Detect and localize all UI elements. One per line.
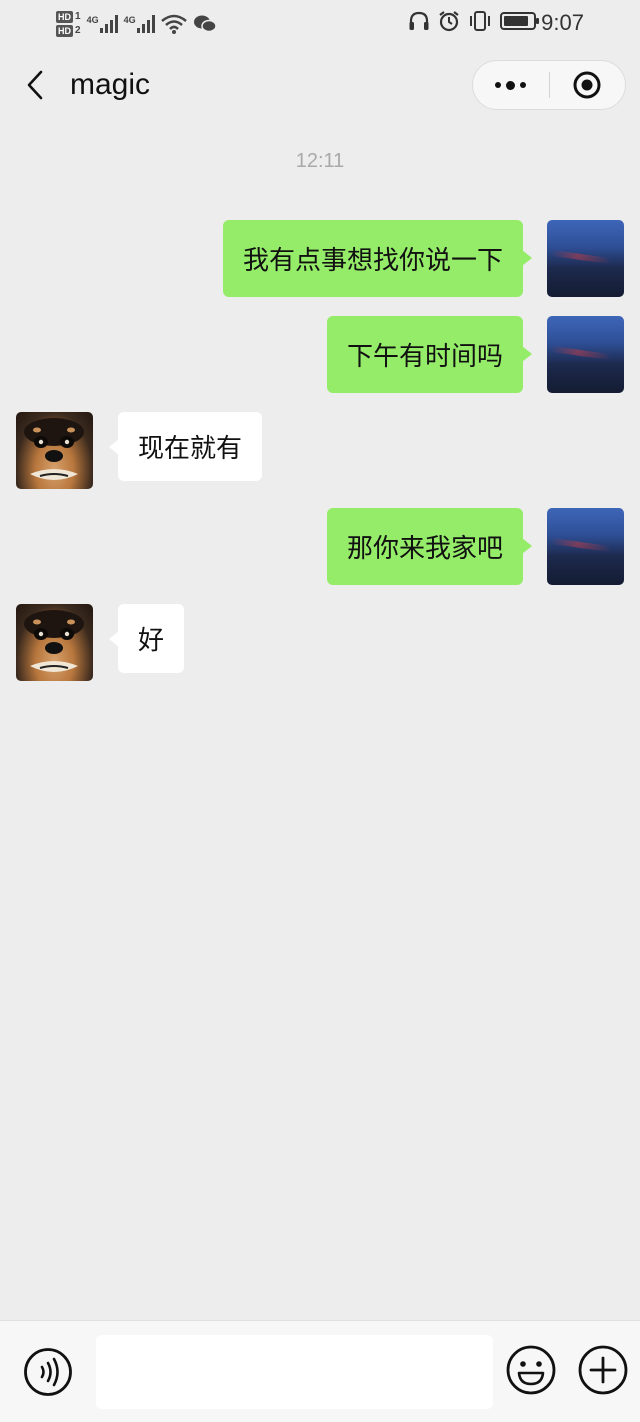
signal-bars-icon <box>136 15 155 33</box>
close-button[interactable] <box>550 61 626 109</box>
network-status: HD 1 HD 2 4G 4G <box>56 6 217 42</box>
back-button[interactable] <box>18 68 52 102</box>
network1-label: 4G <box>86 15 99 25</box>
my-avatar[interactable] <box>547 508 624 585</box>
chat-title: magic <box>70 68 151 101</box>
plus-icon <box>578 1345 628 1395</box>
message-bubble-received[interactable]: 好 <box>108 604 185 673</box>
message-row: 现在就有 <box>0 412 640 489</box>
my-avatar[interactable] <box>547 316 624 393</box>
sim1-hd-badge: HD <box>56 11 73 23</box>
battery-icon <box>500 12 539 30</box>
more-dots-icon <box>495 80 527 90</box>
sim1-index: 1 <box>75 11 81 22</box>
voice-button[interactable] <box>23 1347 73 1397</box>
wifi-icon <box>160 14 187 34</box>
clock: 9:07 <box>541 10 584 35</box>
signal-sim1: 4G <box>87 15 118 33</box>
sim2-index: 2 <box>75 25 81 36</box>
my-avatar[interactable] <box>547 220 624 297</box>
message-bubble-sent[interactable]: 那你来我家吧 <box>326 508 533 585</box>
input-bar <box>0 1320 640 1422</box>
chat-timestamp: 12:11 <box>295 150 345 172</box>
message-row: 那你来我家吧 <box>0 508 640 585</box>
message-row: 好 <box>0 604 640 681</box>
alarm-icon <box>439 11 459 32</box>
more-button[interactable] <box>473 61 549 109</box>
vibrate-icon <box>470 11 490 31</box>
sim-indicators: HD 1 HD 2 <box>56 11 81 37</box>
status-bar: HD 1 HD 2 4G 4G 9:07 <box>0 0 640 48</box>
system-icons <box>408 10 539 32</box>
emoji-icon <box>506 1345 556 1395</box>
message-bubble-sent[interactable]: 我有点事想找你说一下 <box>222 220 533 297</box>
sim2-hd-badge: HD <box>56 25 73 37</box>
nav-bar: magic <box>0 48 640 128</box>
message-bubble-sent[interactable]: 下午有时间吗 <box>326 316 533 393</box>
message-row: 我有点事想找你说一下 <box>0 220 640 297</box>
chevron-left-icon <box>27 70 43 100</box>
more-functions-button[interactable] <box>577 1344 629 1396</box>
contact-avatar[interactable] <box>16 604 93 681</box>
voice-icon <box>24 1348 72 1396</box>
message-row: 下午有时间吗 <box>0 316 640 393</box>
network2-label: 4G <box>123 15 136 25</box>
signal-sim2: 4G <box>124 15 155 33</box>
battery-fill <box>504 16 528 26</box>
dog-face-image <box>24 418 84 480</box>
contact-avatar[interactable] <box>16 412 93 489</box>
dog-face-image <box>24 610 84 672</box>
message-bubble-received[interactable]: 现在就有 <box>108 412 263 481</box>
wechat-icon <box>193 15 217 33</box>
miniprogram-capsule <box>472 60 626 110</box>
message-input[interactable] <box>96 1335 493 1409</box>
signal-bars-icon <box>99 15 118 33</box>
headphones-icon <box>409 11 429 30</box>
emoji-button[interactable] <box>505 1344 557 1396</box>
target-circle-icon <box>573 71 601 99</box>
